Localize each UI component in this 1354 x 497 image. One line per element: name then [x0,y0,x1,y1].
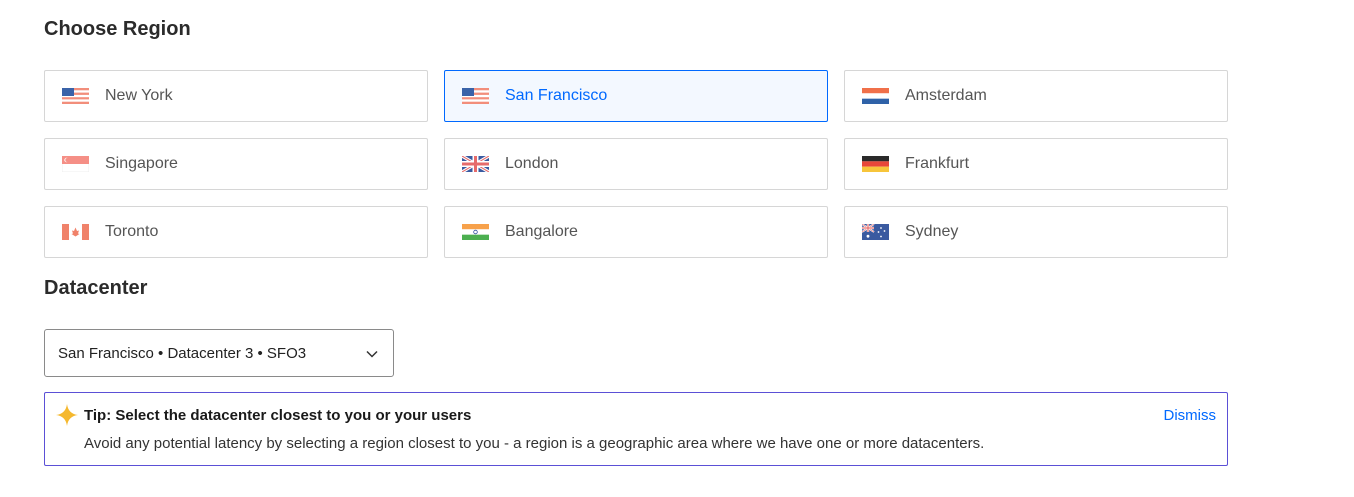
region-label: New York [105,87,173,104]
region-option-singapore[interactable]: Singapore [44,138,428,190]
region-label: San Francisco [505,87,608,104]
netherlands-flag-icon [862,88,889,104]
us-flag-icon [62,88,89,104]
region-option-frankfurt[interactable]: Frankfurt [844,138,1228,190]
choose-region-heading: Choose Region [44,18,191,40]
singapore-flag-icon [62,156,89,172]
region-label: Frankfurt [905,155,970,172]
region-option-new-york[interactable]: New York [44,70,428,122]
tip-body: Avoid any potential latency by selecting… [84,435,985,452]
region-option-san-francisco[interactable]: San Francisco [444,70,828,122]
india-flag-icon [462,224,489,240]
sparkle-icon [56,404,78,426]
dismiss-link[interactable]: Dismiss [1164,407,1217,424]
uk-flag-icon [462,156,489,172]
canada-flag-icon [62,224,89,240]
region-label: Toronto [105,223,159,240]
region-label: Bangalore [505,223,578,240]
chevron-down-icon [366,350,378,358]
region-option-amsterdam[interactable]: Amsterdam [844,70,1228,122]
datacenter-select[interactable]: San Francisco • Datacenter 3 • SFO3 [44,329,394,377]
datacenter-select-value: San Francisco • Datacenter 3 • SFO3 [58,344,307,362]
region-option-london[interactable]: London [444,138,828,190]
region-label: Singapore [105,155,178,172]
datacenter-heading: Datacenter [44,277,148,299]
region-label: London [505,155,559,172]
tip-banner: Tip: Select the datacenter closest to yo… [44,392,1228,466]
region-label: Sydney [905,223,959,240]
region-option-bangalore[interactable]: Bangalore [444,206,828,258]
region-label: Amsterdam [905,87,987,104]
us-flag-icon [462,88,489,104]
region-option-sydney[interactable]: Sydney [844,206,1228,258]
tip-title: Tip: Select the datacenter closest to yo… [84,407,472,424]
germany-flag-icon [862,156,889,172]
region-grid: New York San Francisco Amsterdam Singapo… [44,70,1228,258]
australia-flag-icon [862,224,889,240]
region-option-toronto[interactable]: Toronto [44,206,428,258]
